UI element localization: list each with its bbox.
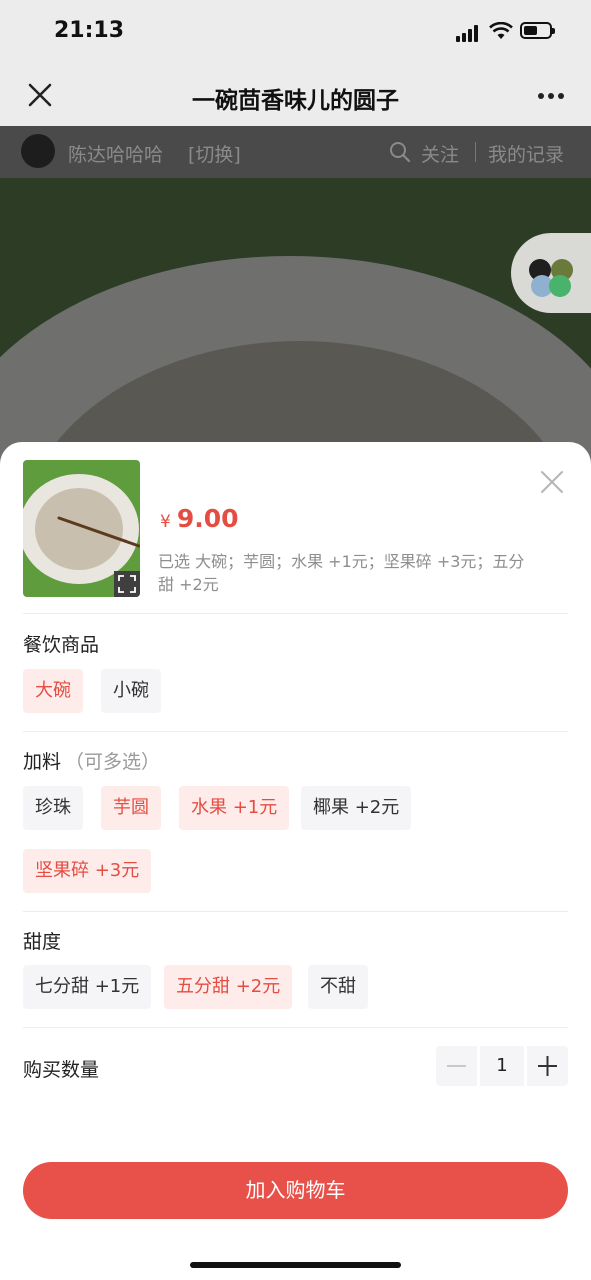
page-topbar: 陈达哈哈哈 [切换] 关注 我的记录 bbox=[0, 126, 591, 178]
price: ¥9.00 bbox=[160, 504, 239, 533]
option-taro-balls[interactable]: 芋圆 bbox=[101, 786, 161, 830]
sku-selector-sheet: ¥9.00 已选 大碗；芋圆；水果 +1元；坚果碎 +3元；五分甜 +2元 餐饮… bbox=[0, 442, 591, 1280]
quantity-stepper: 1 bbox=[436, 1046, 568, 1086]
divider bbox=[23, 911, 568, 912]
switch-link[interactable]: [切换] bbox=[188, 140, 241, 167]
wifi-icon bbox=[489, 22, 513, 39]
status-time: 21:13 bbox=[54, 18, 125, 43]
option-small-bowl[interactable]: 小碗 bbox=[101, 669, 161, 713]
status-bar: 21:13 bbox=[0, 0, 591, 64]
section-label-product: 餐饮商品 bbox=[23, 634, 100, 656]
plus-icon bbox=[538, 1056, 557, 1076]
page-title: 一碗茴香味儿的圆子 bbox=[192, 88, 399, 114]
widget-dot bbox=[549, 275, 571, 297]
option-no-sugar[interactable]: 不甜 bbox=[308, 965, 368, 1009]
signal-icon bbox=[456, 24, 482, 42]
quantity-label: 购买数量 bbox=[23, 1059, 100, 1081]
floating-widget[interactable] bbox=[511, 233, 591, 313]
product-thumbnail[interactable] bbox=[23, 460, 140, 597]
nav-bar: 一碗茴香味儿的圆子 bbox=[0, 64, 591, 126]
add-to-cart-button[interactable]: 加入购物车 bbox=[23, 1162, 568, 1219]
decrease-button[interactable] bbox=[436, 1046, 477, 1086]
increase-button[interactable] bbox=[527, 1046, 568, 1086]
expand-icon[interactable] bbox=[114, 571, 140, 597]
option-70-sweet[interactable]: 七分甜 +1元 bbox=[23, 965, 152, 1009]
divider bbox=[23, 1027, 568, 1028]
option-50-sweet[interactable]: 五分甜 +2元 bbox=[164, 965, 293, 1009]
selected-summary: 已选 大碗；芋圆；水果 +1元；坚果碎 +3元；五分甜 +2元 bbox=[158, 552, 525, 594]
option-coconut-jelly[interactable]: 椰果 +2元 bbox=[301, 786, 412, 830]
minus-icon bbox=[447, 1065, 466, 1067]
price-value: 9.00 bbox=[176, 504, 239, 533]
follow-button[interactable]: 关注 bbox=[421, 140, 459, 167]
more-icon[interactable] bbox=[537, 92, 565, 100]
section-label-sweetness: 甜度 bbox=[23, 931, 62, 953]
toppings-hint: （可多选） bbox=[65, 751, 161, 773]
divider bbox=[475, 142, 476, 162]
home-indicator bbox=[190, 1262, 401, 1268]
option-crushed-nuts[interactable]: 坚果碎 +3元 bbox=[23, 849, 152, 893]
option-fruit[interactable]: 水果 +1元 bbox=[179, 786, 290, 830]
toppings-label: 加料 bbox=[23, 751, 62, 773]
my-records-link[interactable]: 我的记录 bbox=[488, 140, 564, 167]
avatar[interactable] bbox=[21, 134, 55, 168]
battery-icon bbox=[520, 22, 555, 39]
option-large-bowl[interactable]: 大碗 bbox=[23, 669, 83, 713]
section-label-toppings: 加料 （可多选） bbox=[23, 747, 160, 774]
divider bbox=[23, 731, 568, 732]
option-pearl[interactable]: 珍珠 bbox=[23, 786, 83, 830]
product-photo bbox=[0, 126, 591, 486]
divider bbox=[23, 613, 568, 614]
search-icon[interactable] bbox=[389, 141, 411, 163]
user-name: 陈达哈哈哈 bbox=[68, 144, 164, 166]
spoon-shape bbox=[57, 516, 140, 548]
quantity-value[interactable]: 1 bbox=[480, 1046, 524, 1086]
currency-symbol: ¥ bbox=[160, 512, 171, 532]
close-icon[interactable] bbox=[540, 470, 564, 494]
